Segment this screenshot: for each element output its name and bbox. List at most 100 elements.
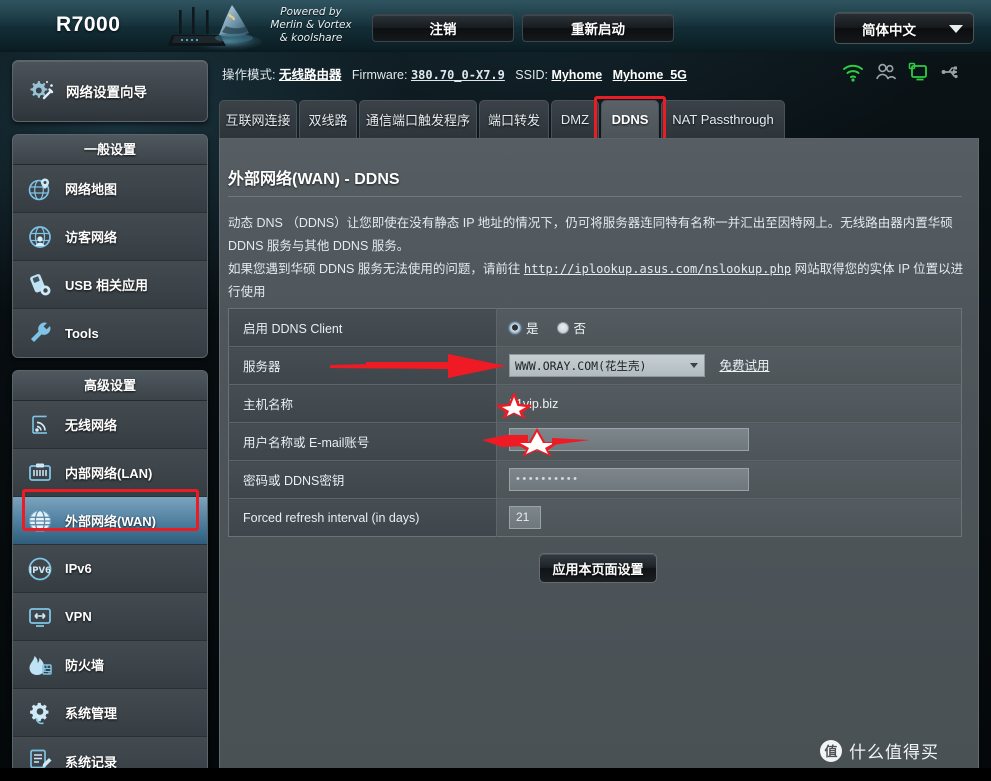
sidebar-label-usb-application: USB 相关应用 (65, 278, 149, 293)
tab-dmz[interactable]: DMZ (551, 100, 599, 138)
refresh-interval-input[interactable]: 21 (509, 506, 541, 529)
radio-ddns-yes[interactable] (509, 321, 521, 334)
sidebar-label-administration: 系统管理 (65, 706, 118, 721)
sidebar-item-lan[interactable]: 内部网络(LAN) (13, 449, 207, 497)
title-divider (228, 196, 962, 197)
table-row-hostname: 主机名称 51vip.biz (228, 384, 962, 423)
table-row-server: 服务器 WWW.ORAY.COM(花生壳) 免费试用 (228, 346, 962, 385)
logout-button[interactable]: 注销 (372, 14, 514, 42)
table-row-username: 用户名称或 E-mail账号 (228, 422, 962, 461)
sidebar-label-ipv6: IPv6 (65, 561, 92, 576)
table-row-refresh-interval: Forced refresh interval (in days) 21 (228, 498, 962, 537)
chevron-down-icon (949, 25, 963, 33)
operation-mode-value[interactable]: 无线路由器 (279, 68, 342, 82)
description-paragraph-2-pre: 如果您遇到华硕 DDNS 服务无法使用的问题，请前往 (228, 262, 524, 276)
tab-bar: 互联网连接 双线路 通信端口触发程序 端口转发 DMZ DDNS NAT Pas… (219, 100, 979, 140)
page-description: 动态 DNS （DDNS）让您即使在没有静态 IP 地址的情况下，仍可将服务器连… (228, 212, 968, 304)
status-icon-group (840, 60, 990, 88)
label-password: 密码或 DDNS密钥 (228, 460, 497, 499)
label-username: 用户名称或 E-mail账号 (228, 422, 497, 461)
watermark: 值 什么值得买 (820, 738, 939, 763)
tab-port-forwarding[interactable]: 端口转发 (479, 100, 549, 138)
guest-network-icon (29, 225, 51, 248)
usb-application-icon (30, 273, 51, 295)
sidebar-item-network-wizard[interactable]: 网络设置向导 (13, 61, 207, 121)
label-hostname: 主机名称 (228, 384, 497, 423)
sidebar: 网络设置向导 一般设置 网络地图 访客网络 USB 相关应用 Tools 高级设… (12, 60, 208, 781)
monitor-icon[interactable] (906, 60, 932, 84)
tab-ddns[interactable]: DDNS (601, 100, 659, 138)
iplookup-link[interactable]: http://iplookup.asus.com/nslookup.php (524, 262, 791, 276)
table-row-password: 密码或 DDNS密钥 •••••••••• (228, 460, 962, 499)
value-server: WWW.ORAY.COM(花生壳) 免费试用 (496, 346, 962, 385)
ipv6-icon: IPV6 (28, 557, 52, 580)
reboot-button[interactable]: 重新启动 (522, 14, 674, 42)
sidebar-label-wireless: 无线网络 (65, 418, 118, 433)
sidebar-label-vpn: VPN (65, 609, 92, 624)
sidebar-item-tools[interactable]: Tools (13, 309, 207, 357)
sidebar-general-card: 一般设置 网络地图 访客网络 USB 相关应用 Tools (12, 134, 208, 358)
server-select-value: WWW.ORAY.COM(花生壳) (515, 358, 647, 373)
ssid-5g-value[interactable]: Myhome_5G (613, 68, 687, 82)
powered-by-line-2: Merlin & Vortex (270, 19, 352, 31)
wifi-icon[interactable] (840, 60, 866, 84)
firmware-version[interactable]: 380.70_0-X7.9 (411, 68, 505, 82)
powered-by-line-1: Powered by (280, 6, 342, 18)
tab-nat-passthrough[interactable]: NAT Passthrough (661, 100, 785, 138)
tab-internet-connection[interactable]: 互联网连接 (219, 100, 297, 138)
radio-ddns-yes-label: 是 (526, 322, 539, 336)
ssid-label: SSID: (515, 68, 548, 82)
language-select[interactable]: 简体中文 (834, 12, 974, 44)
sidebar-wizard-label: 网络设置向导 (66, 85, 147, 100)
wireless-icon (32, 415, 47, 434)
sidebar-item-network-map[interactable]: 网络地图 (13, 165, 207, 213)
sidebar-item-firewall[interactable]: 防火墙 (13, 641, 207, 689)
label-refresh-interval: Forced refresh interval (in days) (228, 498, 497, 537)
network-map-icon (28, 178, 50, 200)
sidebar-item-ipv6[interactable]: IPV6 IPv6 (13, 545, 207, 593)
radio-ddns-no-label: 否 (573, 322, 587, 336)
page-title: 外部网络(WAN) - DDNS (228, 171, 400, 188)
powered-by-credit: Powered by Merlin & Vortex & koolshare (246, 6, 376, 45)
sidebar-item-administration[interactable]: 系统管理 (13, 689, 207, 737)
tab-port-trigger[interactable]: 通信端口触发程序 (359, 100, 477, 138)
label-server: 服务器 (228, 346, 497, 385)
hostname-value: 51vip.biz (509, 396, 559, 411)
usb-icon[interactable] (939, 60, 965, 84)
firmware-label: Firmware: (351, 68, 408, 82)
sidebar-item-usb-application[interactable]: USB 相关应用 (13, 261, 207, 309)
sidebar-item-vpn[interactable]: VPN (13, 593, 207, 641)
wizard-gear-icon (30, 81, 54, 100)
username-input[interactable] (509, 427, 749, 451)
sidebar-group-advanced: 高级设置 (13, 371, 207, 401)
language-select-label: 简体中文 (862, 23, 916, 38)
bottom-strip (0, 768, 991, 781)
globe-icon (28, 509, 52, 532)
sidebar-label-tools: Tools (65, 325, 99, 341)
chevron-down-icon (690, 363, 698, 368)
sidebar-label-firewall: 防火墙 (65, 658, 105, 673)
free-trial-link[interactable]: 免费试用 (719, 359, 769, 373)
ddns-settings-table: 启用 DDNS Client 是 否 服务器 WWW.ORAY.COM(花生壳) (228, 308, 962, 537)
sidebar-wizard-card: 网络设置向导 (12, 60, 208, 122)
radio-ddns-no[interactable] (556, 321, 569, 334)
sidebar-item-wan[interactable]: 外部网络(WAN) (13, 497, 207, 545)
apply-button[interactable]: 应用本页面设置 (539, 553, 657, 583)
sidebar-advanced-card: 高级设置 无线网络 内部网络(LAN) 外部网络(WAN) IPV6 IPv6 … (12, 370, 208, 781)
sidebar-group-general: 一般设置 (13, 135, 207, 165)
value-enable-ddns: 是 否 (496, 308, 962, 347)
administration-gear-icon (30, 702, 49, 724)
ssid-2g-value[interactable]: Myhome (551, 68, 602, 82)
clients-icon[interactable] (873, 60, 899, 84)
sidebar-label-network-map: 网络地图 (65, 182, 118, 197)
value-username (496, 422, 962, 461)
sidebar-item-guest-network[interactable]: 访客网络 (13, 213, 207, 261)
watermark-text: 什么值得买 (849, 743, 939, 762)
table-row-enable-ddns: 启用 DDNS Client 是 否 (228, 308, 962, 347)
value-hostname: 51vip.biz (496, 384, 962, 423)
sidebar-item-wireless[interactable]: 无线网络 (13, 401, 207, 449)
password-input[interactable]: •••••••••• (509, 468, 749, 491)
tab-dual-wan[interactable]: 双线路 (299, 100, 357, 138)
vpn-monitor-icon (29, 607, 51, 627)
server-select[interactable]: WWW.ORAY.COM(花生壳) (509, 354, 705, 377)
